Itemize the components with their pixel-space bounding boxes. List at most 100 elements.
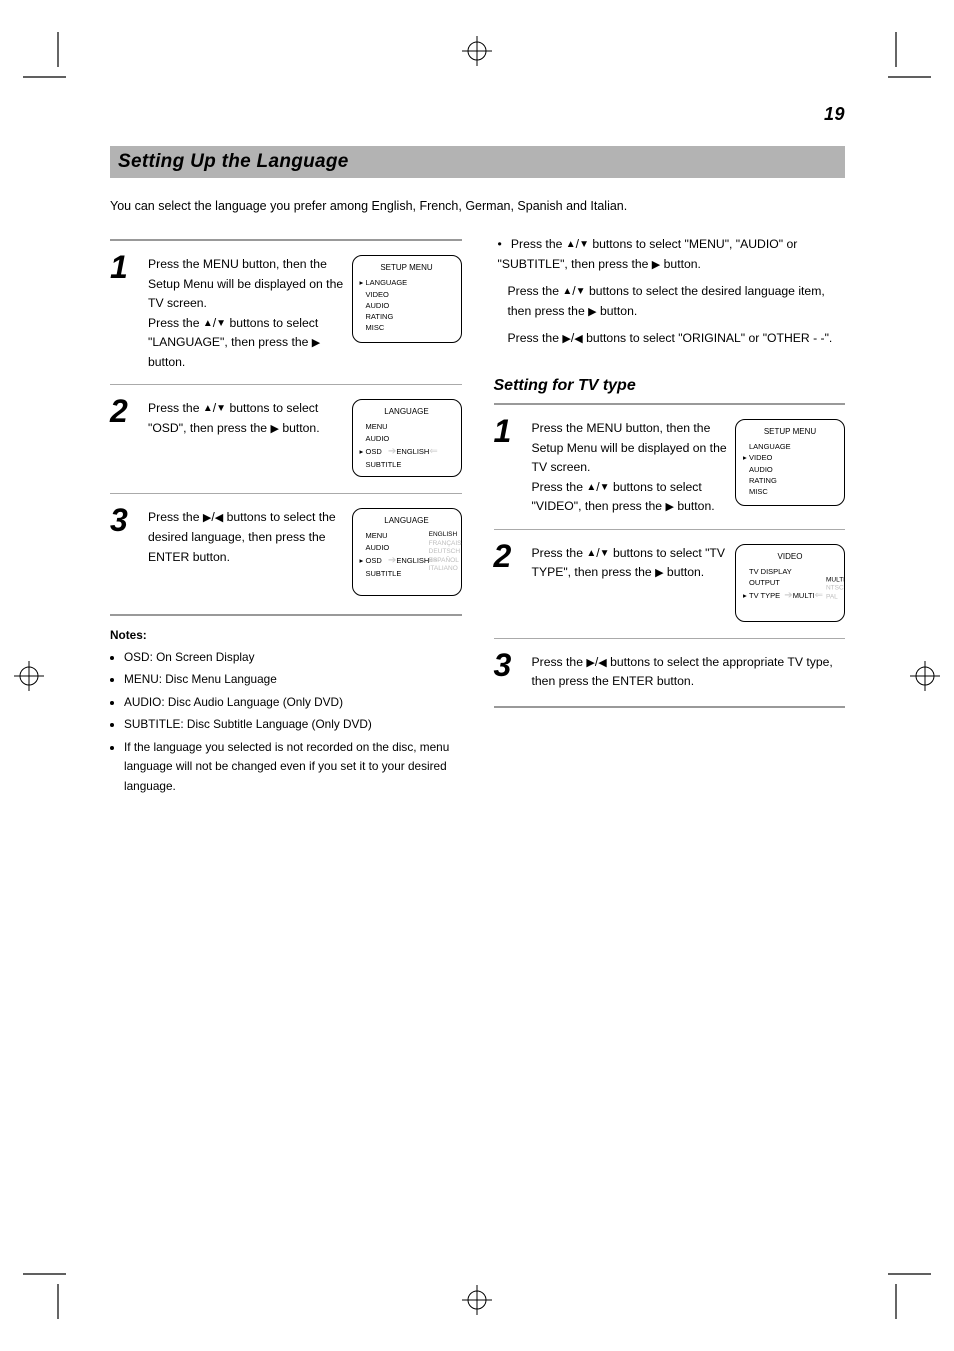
step-number: 1 (494, 415, 522, 447)
arrow-left-icon: ⇐ (815, 590, 822, 601)
right-icon: ▶ (203, 512, 211, 524)
up-icon: ▲ (562, 286, 572, 297)
type-option: NTSC (826, 585, 845, 593)
right-icon: ▶ (652, 259, 660, 271)
right-icon: ▶ (655, 567, 663, 579)
step-text: Press the (148, 401, 203, 415)
panel-title: LANGUAGE (360, 515, 454, 527)
down-icon: ▼ (600, 482, 610, 493)
setup-menu-panel: SETUP MENU LANGUAGE ▸VIDEO AUDIO RATING … (735, 419, 845, 506)
notes-heading: Notes: (110, 626, 462, 645)
panel-item: AUDIO (366, 301, 390, 310)
bullet-item: Press the ▲/▼ buttons to select the desi… (498, 282, 846, 321)
panel-item: VIDEO (366, 290, 389, 299)
panel-item: OUTPUT (749, 578, 780, 587)
bullet-item: Press the ▶/◀ buttons to select "ORIGINA… (498, 329, 846, 349)
panel-item: TV DISPLAY (749, 567, 792, 576)
right-column: • Press the ▲/▼ buttons to select "MENU"… (494, 225, 846, 799)
step-number: 3 (494, 649, 522, 681)
step-text: button. (279, 421, 320, 435)
arrow-right-icon: ➔ (388, 555, 395, 566)
down-icon: ▼ (216, 318, 226, 329)
panel-item: AUDIO (366, 543, 390, 552)
right-step-1: 1 SETUP MENU LANGUAGE ▸VIDEO AUDIO RATIN… (494, 415, 846, 517)
lang-option: ENGLISH (429, 531, 462, 539)
panel-item: SUBTITLE (366, 460, 402, 469)
step-number: 2 (494, 540, 522, 572)
step-text: button. (674, 499, 715, 513)
setup-menu-panel: SETUP MENU ▸LANGUAGE VIDEO AUDIO RATING … (352, 255, 462, 342)
right-icon: ▶ (270, 423, 278, 435)
right-step-2: 2 VIDEO TV DISPLAY OUTPUT ▸TV TYPE ➔MULT… (494, 540, 846, 626)
step-text: Press the (148, 316, 203, 330)
step-text: Press the MENU button, then the Setup Me… (532, 421, 727, 474)
panel-value: ENGLISH (396, 447, 429, 456)
step-text: Press the MENU button, then the Setup Me… (148, 257, 343, 310)
panel-title: LANGUAGE (360, 406, 454, 418)
panel-item: OSD (366, 556, 382, 565)
left-step-3: 3 LANGUAGE MENU AUDIO ▸OSD ➔ENGLISH⇐ SUB… (110, 504, 462, 600)
down-icon: ▼ (576, 286, 586, 297)
language-list: ENGLISH FRANÇAIS DEUTSCH ESPAÑOL ITALIAN… (429, 531, 462, 573)
up-icon: ▲ (203, 403, 213, 414)
right-icon: ▶ (586, 657, 594, 669)
lang-option: ITALIANO (429, 565, 462, 573)
panel-value: ENGLISH (396, 556, 429, 565)
panel-value: MULTI (793, 591, 815, 600)
page-number: 19 (824, 104, 845, 125)
note-item: AUDIO: Disc Audio Language (Only DVD) (124, 693, 462, 712)
panel-item: MENU (366, 422, 388, 431)
panel-item: AUDIO (366, 434, 390, 443)
down-icon: ▼ (600, 548, 610, 559)
panel-item: AUDIO (749, 465, 773, 474)
arrow-right-icon: ➔ (784, 590, 791, 601)
left-step-2: 2 LANGUAGE MENU AUDIO ▸OSD ➔ENGLISH⇐ SUB… (110, 395, 462, 481)
tv-type-heading: Setting for TV type (494, 377, 846, 395)
right-step-3: 3 Press the ▶/◀ buttons to select the ap… (494, 649, 846, 692)
step-number: 1 (110, 251, 138, 283)
panel-item: OSD (366, 447, 382, 456)
up-icon: ▲ (566, 239, 576, 250)
note-item: MENU: Disc Menu Language (124, 670, 462, 689)
up-icon: ▲ (203, 318, 213, 329)
bullet-item: • Press the ▲/▼ buttons to select "MENU"… (498, 235, 846, 274)
panel-item: RATING (749, 476, 777, 485)
panel-item: SUBTITLE (366, 569, 402, 578)
notes-block: Notes: OSD: On Screen Display MENU: Disc… (110, 626, 462, 796)
right-icon: ▶ (312, 337, 320, 349)
type-option: PAL (826, 593, 845, 601)
note-item: SUBTITLE: Disc Subtitle Language (Only D… (124, 715, 462, 734)
left-icon: ◀ (215, 512, 223, 524)
panel-item: MENU (366, 531, 388, 540)
step-text: button. (148, 355, 185, 369)
up-icon: ▲ (586, 548, 596, 559)
step-number: 3 (110, 504, 138, 536)
panel-item: TV TYPE (749, 591, 780, 600)
tv-type-list: MULTI NTSC PAL (826, 576, 845, 601)
language-panel: LANGUAGE MENU AUDIO ▸OSD ➔ENGLISH⇐ SUBTI… (352, 399, 462, 477)
arrow-left-icon: ⇐ (429, 446, 436, 457)
left-icon: ◀ (574, 333, 582, 345)
down-icon: ▼ (579, 239, 589, 250)
down-icon: ▼ (216, 403, 226, 414)
panel-item: LANGUAGE (749, 442, 791, 451)
right-icon: ▶ (588, 306, 596, 318)
arrow-right-icon: ➔ (388, 446, 395, 457)
video-panel: VIDEO TV DISPLAY OUTPUT ▸TV TYPE ➔MULTI⇐… (735, 544, 845, 622)
lang-option: ESPAÑOL (429, 557, 462, 565)
step-text: Press the (532, 480, 587, 494)
left-step-1: 1 SETUP MENU ▸LANGUAGE VIDEO AUDIO RATIN… (110, 251, 462, 372)
step-text: button. (664, 565, 705, 579)
panel-item: MISC (366, 323, 385, 332)
panel-title: VIDEO (743, 551, 837, 563)
lead-text: You can select the language you prefer a… (110, 196, 845, 217)
panel-item: VIDEO (749, 453, 772, 462)
step-number: 2 (110, 395, 138, 427)
note-item: OSD: On Screen Display (124, 648, 462, 667)
section-banner: Setting Up the Language (110, 146, 845, 178)
panel-title: SETUP MENU (743, 426, 837, 438)
panel-item: RATING (366, 312, 394, 321)
note-item: If the language you selected is not reco… (124, 738, 462, 796)
step-text: Press the (532, 655, 587, 669)
panel-item: MISC (749, 487, 768, 496)
